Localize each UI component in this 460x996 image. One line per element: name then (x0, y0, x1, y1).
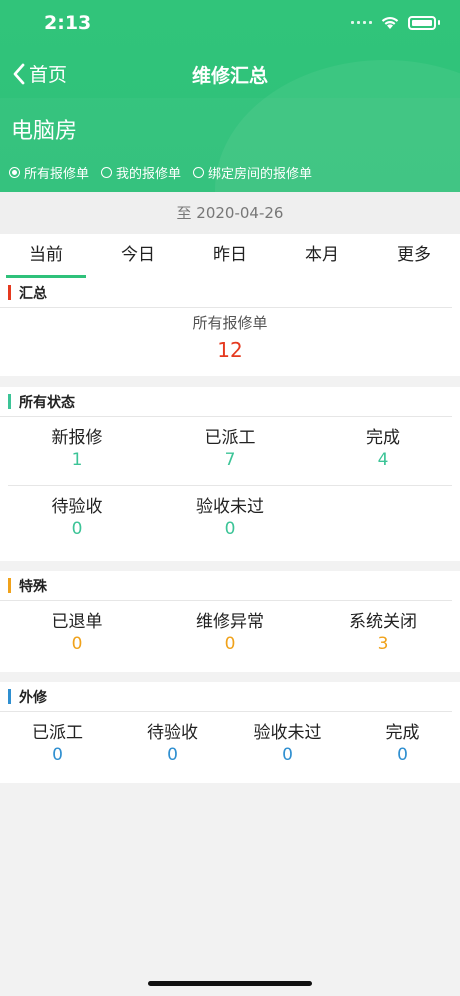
stat-label: 待验收 (51, 497, 103, 517)
section-title: 特殊 (19, 578, 47, 595)
stat-label: 已退单 (51, 612, 103, 632)
ext-completed[interactable]: 完成 0 (345, 722, 460, 766)
filter-label: 我的报修单 (116, 167, 182, 182)
summary-label: 所有报修单 (192, 314, 268, 332)
stat-value: 0 (224, 519, 236, 539)
stat-value: 0 (71, 519, 83, 539)
section-header: 所有状态 (0, 387, 452, 417)
stat-pending-acceptance[interactable]: 待验收 0 (0, 496, 154, 540)
status-row-2: 待验收 0 验收未过 0 (0, 486, 460, 540)
radio-unselected-icon (193, 167, 205, 178)
stat-value: 4 (377, 450, 389, 470)
system-icons (351, 15, 440, 30)
stat-label: 完成 (385, 723, 420, 743)
tab-yesterday[interactable]: 昨日 (184, 234, 276, 278)
stat-value: 1 (71, 450, 83, 470)
stat-label: 系统关闭 (349, 612, 417, 632)
stat-value: 0 (52, 745, 63, 765)
external-row: 已派工 0 待验收 0 验收未过 0 完成 0 (0, 712, 460, 766)
section-header: 特殊 (0, 571, 452, 601)
battery-icon (408, 15, 436, 30)
stat-value: 0 (397, 745, 408, 765)
filter-my-orders[interactable]: 我的报修单 (101, 163, 181, 182)
stat-new-report[interactable]: 新报修 1 (0, 427, 154, 485)
section-accent-bar (8, 394, 11, 409)
stat-value: 7 (224, 450, 236, 470)
battery-tip (438, 20, 440, 25)
room-name: 电脑房 (11, 119, 78, 144)
stat-acceptance-failed[interactable]: 验收未过 0 (154, 496, 306, 540)
stat-value: 0 (167, 745, 178, 765)
section-accent-bar (8, 689, 11, 704)
status-row-1: 新报修 1 已派工 7 完成 4 (0, 417, 460, 485)
section-title: 外修 (19, 689, 47, 706)
stat-value: 0 (282, 745, 293, 765)
stat-system-closed[interactable]: 系统关闭 3 (306, 611, 460, 655)
filter-all-orders[interactable]: 所有报修单 (9, 163, 89, 182)
stat-value: 0 (71, 634, 83, 654)
nav-bar: 首页 维修汇总 (0, 52, 460, 96)
signal-icon (351, 21, 372, 24)
ext-dispatched[interactable]: 已派工 0 (0, 722, 115, 766)
external-section: 外修 已派工 0 待验收 0 验收未过 0 完成 0 (0, 682, 460, 783)
tab-current[interactable]: 当前 (0, 234, 92, 278)
filter-label: 绑定房间的报修单 (208, 167, 313, 182)
all-status-section: 所有状态 新报修 1 已派工 7 完成 4 待验收 0 验收未过 0 (0, 387, 460, 561)
section-accent-bar (8, 285, 11, 300)
section-accent-bar (8, 578, 11, 593)
section-title: 汇总 (19, 285, 47, 302)
stat-label: 维修异常 (196, 612, 264, 632)
filter-bound-room-orders[interactable]: 绑定房间的报修单 (193, 163, 312, 182)
ext-pending-acceptance[interactable]: 待验收 0 (115, 722, 230, 766)
filter-label: 所有报修单 (24, 167, 90, 182)
stat-label: 待验收 (147, 723, 198, 743)
stat-label: 已派工 (204, 428, 256, 448)
stat-dispatched[interactable]: 已派工 7 (154, 427, 306, 485)
stat-label: 新报修 (51, 428, 103, 448)
summary-value: 12 (217, 338, 243, 362)
status-time: 2:13 (44, 12, 92, 34)
radio-unselected-icon (101, 167, 113, 178)
stat-value: 3 (377, 634, 389, 654)
section-title: 所有状态 (19, 394, 75, 411)
stat-label: 完成 (366, 428, 400, 448)
stat-value: 0 (224, 634, 236, 654)
home-indicator[interactable] (148, 981, 312, 986)
stat-label: 已派工 (32, 723, 83, 743)
stat-label: 验收未过 (253, 723, 322, 743)
ext-acceptance-failed[interactable]: 验收未过 0 (230, 722, 345, 766)
special-section: 特殊 已退单 0 维修异常 0 系统关闭 3 (0, 571, 460, 672)
section-header: 外修 (0, 682, 452, 712)
tab-today[interactable]: 今日 (92, 234, 184, 278)
radio-selected-icon (9, 167, 20, 178)
tab-more[interactable]: 更多 (368, 234, 460, 278)
summary-cell[interactable]: 所有报修单 12 (0, 308, 460, 365)
tab-this-month[interactable]: 本月 (276, 234, 368, 278)
wifi-icon (381, 16, 399, 29)
special-row: 已退单 0 维修异常 0 系统关闭 3 (0, 601, 460, 655)
date-range[interactable]: 至 2020-04-26 (0, 192, 460, 234)
stat-repair-exception[interactable]: 维修异常 0 (154, 611, 306, 655)
stat-completed[interactable]: 完成 4 (306, 427, 460, 485)
stat-label: 验收未过 (196, 497, 264, 517)
summary-section: 汇总 所有报修单 12 (0, 278, 460, 376)
page-title: 维修汇总 (191, 65, 268, 87)
status-bar: 2:13 (0, 0, 460, 50)
period-tabs: 当前 今日 昨日 本月 更多 (0, 234, 460, 278)
stat-returned[interactable]: 已退单 0 (0, 611, 154, 655)
section-header: 汇总 (0, 278, 452, 308)
filter-radio-group: 所有报修单 我的报修单 绑定房间的报修单 (9, 163, 312, 182)
